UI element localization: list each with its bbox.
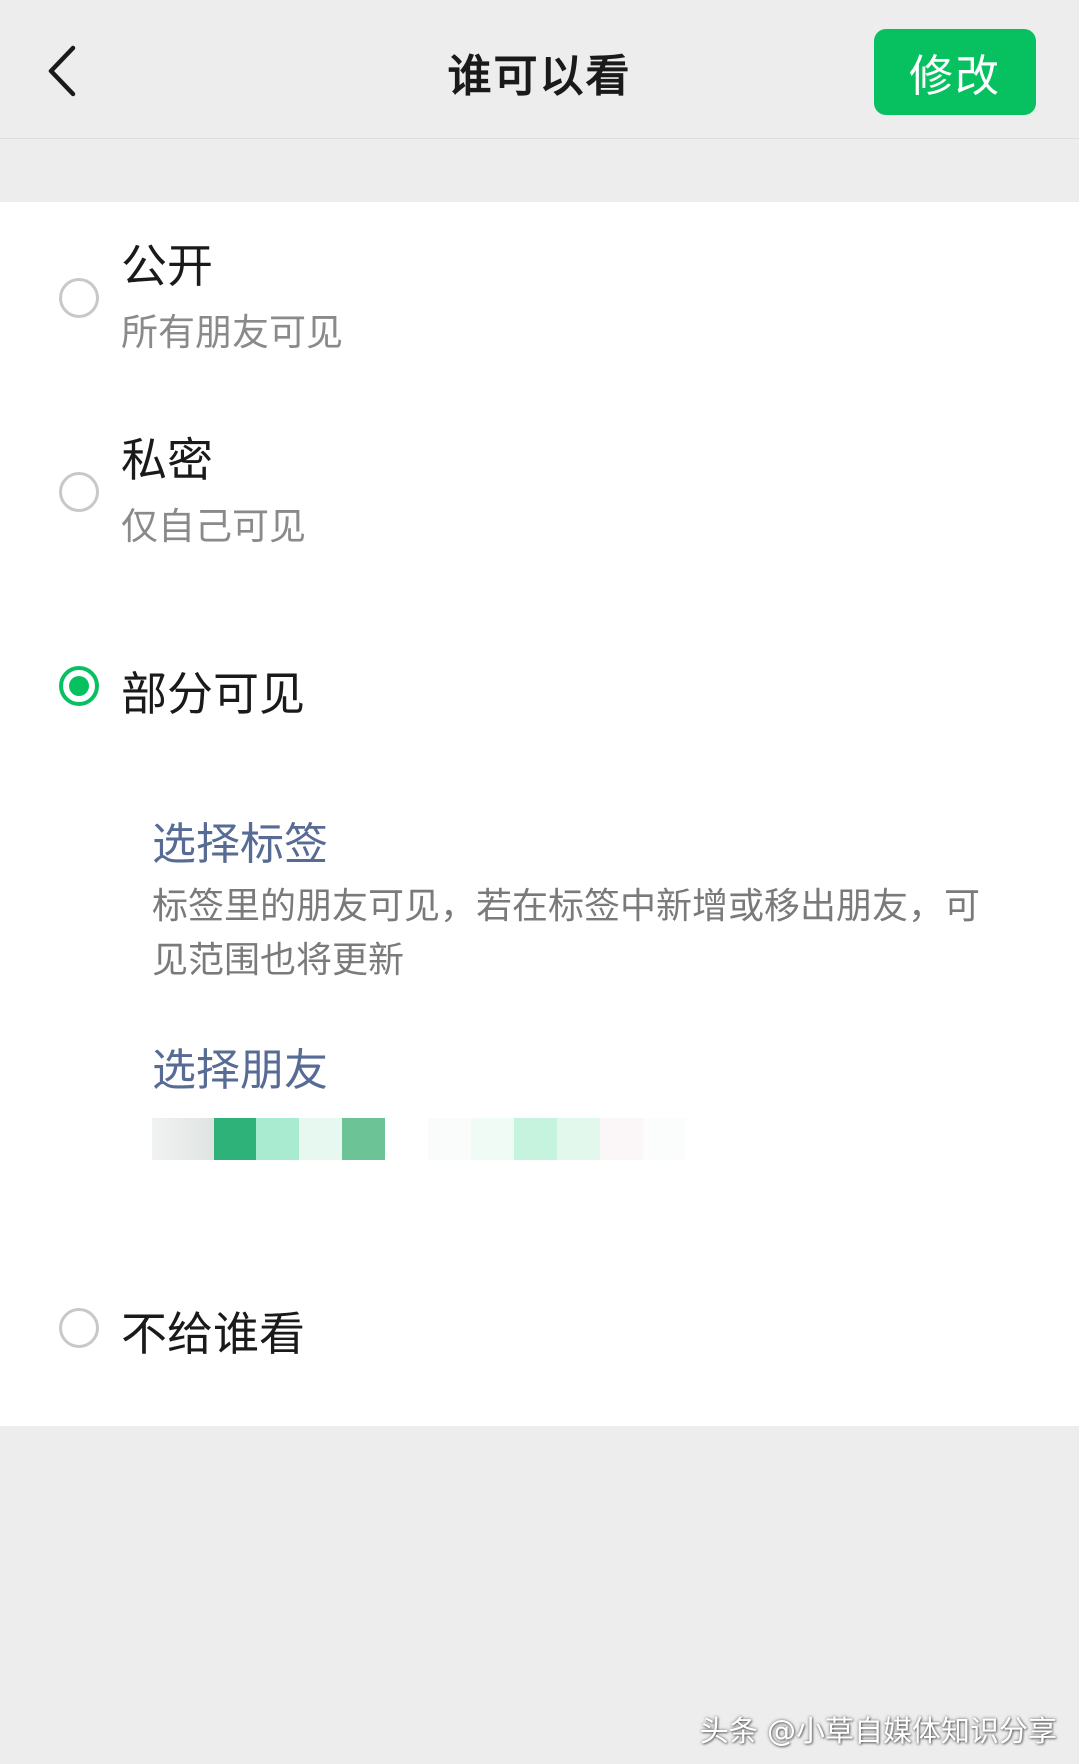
selected-friends-blurred xyxy=(152,1118,686,1160)
edit-button[interactable]: 修改 xyxy=(874,29,1036,115)
option-public[interactable]: 公开 所有朋友可见 xyxy=(0,202,1079,392)
option-private[interactable]: 私密 仅自己可见 xyxy=(0,396,1079,586)
radio-public[interactable] xyxy=(59,278,99,318)
watermark: 头条 @小草自媒体知识分享 xyxy=(699,1714,1057,1748)
radio-private[interactable] xyxy=(59,472,99,512)
select-friends-link[interactable]: 选择朋友 xyxy=(152,1034,328,1098)
option-partial-title: 部分可见 xyxy=(121,667,305,721)
option-private-subtitle: 仅自己可见 xyxy=(121,505,306,548)
radio-partial[interactable] xyxy=(59,666,99,706)
select-tags-description: 标签里的朋友可见，若在标签中新增或移出朋友，可见范围也将更新 xyxy=(152,886,981,981)
option-public-title: 公开 xyxy=(121,239,213,293)
option-exclude-title: 不给谁看 xyxy=(121,1307,305,1361)
top-nav-bar: 谁可以看 修改 xyxy=(0,0,1079,139)
select-tags-link[interactable]: 选择标签 xyxy=(152,808,328,872)
option-public-subtitle: 所有朋友可见 xyxy=(121,311,343,354)
radio-exclude[interactable] xyxy=(59,1308,99,1348)
option-private-title: 私密 xyxy=(121,433,213,487)
option-exclude[interactable]: 不给谁看 xyxy=(0,1268,1079,1388)
option-partial[interactable]: 部分可见 xyxy=(0,630,1079,750)
